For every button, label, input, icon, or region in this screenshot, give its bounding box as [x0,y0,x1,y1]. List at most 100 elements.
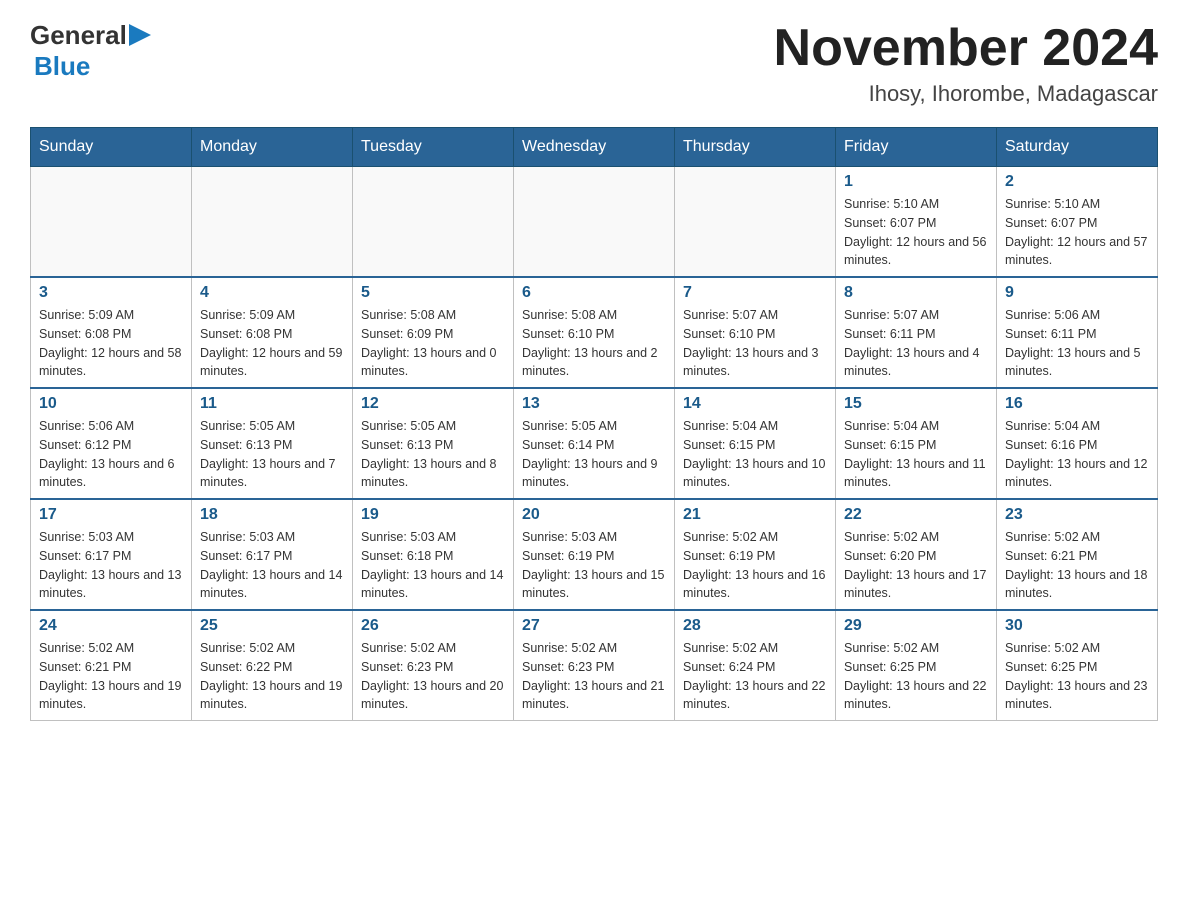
day-number: 14 [683,395,827,413]
day-number: 25 [200,617,344,635]
day-info: Sunrise: 5:03 AMSunset: 6:18 PMDaylight:… [361,528,505,603]
day-info: Sunrise: 5:05 AMSunset: 6:13 PMDaylight:… [200,417,344,492]
day-cell: 18 Sunrise: 5:03 AMSunset: 6:17 PMDayligh… [192,499,353,610]
day-info: Sunrise: 5:02 AMSunset: 6:24 PMDaylight:… [683,639,827,714]
day-info: Sunrise: 5:07 AMSunset: 6:11 PMDaylight:… [844,306,988,381]
day-number: 2 [1005,173,1149,191]
day-info: Sunrise: 5:02 AMSunset: 6:21 PMDaylight:… [39,639,183,714]
day-cell: 15Sunrise: 5:04 AMSunset: 6:15 PMDayligh… [836,388,997,499]
day-number: 29 [844,617,988,635]
day-cell: 10Sunrise: 5:06 AMSunset: 6:12 PMDayligh… [31,388,192,499]
day-cell: 1 Sunrise: 5:10 AMSunset: 6:07 PMDaylight… [836,167,997,278]
day-info: Sunrise: 5:03 AMSunset: 6:19 PMDaylight:… [522,528,666,603]
day-number: 21 [683,506,827,524]
day-number: 6 [522,284,666,302]
day-number: 5 [361,284,505,302]
day-cell [353,167,514,278]
day-cell: 21Sunrise: 5:02 AMSunset: 6:19 PMDayligh… [675,499,836,610]
day-number: 7 [683,284,827,302]
day-number: 26 [361,617,505,635]
day-info: Sunrise: 5:02 AMSunset: 6:23 PMDaylight:… [522,639,666,714]
day-number: 11 [200,395,344,413]
day-info: Sunrise: 5:02 AMSunset: 6:20 PMDaylight:… [844,528,988,603]
logo-blue-text: Blue [34,51,90,82]
day-info: Sunrise: 5:07 AMSunset: 6:10 PMDaylight:… [683,306,827,381]
day-info: Sunrise: 5:02 AMSunset: 6:23 PMDaylight:… [361,639,505,714]
day-info: Sunrise: 5:03 AMSunset: 6:17 PMDaylight:… [39,528,183,603]
day-info: Sunrise: 5:09 AMSunset: 6:08 PMDaylight:… [200,306,344,381]
week-row-1: 1 Sunrise: 5:10 AMSunset: 6:07 PMDaylight… [31,167,1158,278]
week-row-4: 17 Sunrise: 5:03 AMSunset: 6:17 PMDayligh… [31,499,1158,610]
day-info: Sunrise: 5:10 AMSunset: 6:07 PMDaylight:… [844,195,988,270]
calendar-header-row: SundayMondayTuesdayWednesdayThursdayFrid… [31,128,1158,167]
day-cell: 30 Sunrise: 5:02 AMSunset: 6:25 PMDayligh… [997,610,1158,721]
day-number: 30 [1005,617,1149,635]
day-info: Sunrise: 5:05 AMSunset: 6:14 PMDaylight:… [522,417,666,492]
day-cell: 26 Sunrise: 5:02 AMSunset: 6:23 PMDayligh… [353,610,514,721]
day-number: 22 [844,506,988,524]
day-number: 23 [1005,506,1149,524]
day-number: 20 [522,506,666,524]
day-number: 27 [522,617,666,635]
calendar-table: SundayMondayTuesdayWednesdayThursdayFrid… [30,127,1158,721]
day-number: 1 [844,173,988,191]
day-cell [514,167,675,278]
logo: General Blue [30,20,151,82]
day-info: Sunrise: 5:02 AMSunset: 6:25 PMDaylight:… [844,639,988,714]
day-cell: 3 Sunrise: 5:09 AMSunset: 6:08 PMDaylight… [31,277,192,388]
day-info: Sunrise: 5:03 AMSunset: 6:17 PMDaylight:… [200,528,344,603]
day-cell: 16 Sunrise: 5:04 AMSunset: 6:16 PMDayligh… [997,388,1158,499]
day-number: 19 [361,506,505,524]
day-info: Sunrise: 5:04 AMSunset: 6:15 PMDaylight:… [683,417,827,492]
column-header-saturday: Saturday [997,128,1158,167]
day-info: Sunrise: 5:08 AMSunset: 6:09 PMDaylight:… [361,306,505,381]
column-header-thursday: Thursday [675,128,836,167]
day-cell: 6 Sunrise: 5:08 AMSunset: 6:10 PMDaylight… [514,277,675,388]
day-cell: 29 Sunrise: 5:02 AMSunset: 6:25 PMDayligh… [836,610,997,721]
day-cell: 25 Sunrise: 5:02 AMSunset: 6:22 PMDayligh… [192,610,353,721]
column-header-friday: Friday [836,128,997,167]
day-cell: 13 Sunrise: 5:05 AMSunset: 6:14 PMDayligh… [514,388,675,499]
location-title: Ihosy, Ihorombe, Madagascar [774,81,1158,107]
day-number: 3 [39,284,183,302]
day-cell: 7 Sunrise: 5:07 AMSunset: 6:10 PMDaylight… [675,277,836,388]
day-info: Sunrise: 5:02 AMSunset: 6:22 PMDaylight:… [200,639,344,714]
day-number: 8 [844,284,988,302]
day-cell: 23 Sunrise: 5:02 AMSunset: 6:21 PMDayligh… [997,499,1158,610]
day-cell: 12Sunrise: 5:05 AMSunset: 6:13 PMDayligh… [353,388,514,499]
title-block: November 2024 Ihosy, Ihorombe, Madagasca… [774,20,1158,107]
day-number: 13 [522,395,666,413]
day-number: 4 [200,284,344,302]
day-number: 16 [1005,395,1149,413]
day-info: Sunrise: 5:05 AMSunset: 6:13 PMDaylight:… [361,417,505,492]
column-header-wednesday: Wednesday [514,128,675,167]
day-cell: 24 Sunrise: 5:02 AMSunset: 6:21 PMDayligh… [31,610,192,721]
day-cell: 5 Sunrise: 5:08 AMSunset: 6:09 PMDaylight… [353,277,514,388]
day-info: Sunrise: 5:06 AMSunset: 6:12 PMDaylight:… [39,417,183,492]
day-number: 24 [39,617,183,635]
logo-general-text: General [30,20,127,51]
day-cell: 28Sunrise: 5:02 AMSunset: 6:24 PMDayligh… [675,610,836,721]
column-header-sunday: Sunday [31,128,192,167]
month-title: November 2024 [774,20,1158,77]
day-info: Sunrise: 5:02 AMSunset: 6:21 PMDaylight:… [1005,528,1149,603]
day-info: Sunrise: 5:10 AMSunset: 6:07 PMDaylight:… [1005,195,1149,270]
day-number: 9 [1005,284,1149,302]
day-info: Sunrise: 5:04 AMSunset: 6:16 PMDaylight:… [1005,417,1149,492]
day-cell: 4 Sunrise: 5:09 AMSunset: 6:08 PMDaylight… [192,277,353,388]
column-header-monday: Monday [192,128,353,167]
day-info: Sunrise: 5:08 AMSunset: 6:10 PMDaylight:… [522,306,666,381]
day-info: Sunrise: 5:09 AMSunset: 6:08 PMDaylight:… [39,306,183,381]
day-cell: 20 Sunrise: 5:03 AMSunset: 6:19 PMDayligh… [514,499,675,610]
day-info: Sunrise: 5:02 AMSunset: 6:25 PMDaylight:… [1005,639,1149,714]
day-number: 18 [200,506,344,524]
day-info: Sunrise: 5:04 AMSunset: 6:15 PMDaylight:… [844,417,988,492]
day-number: 17 [39,506,183,524]
day-cell: 2 Sunrise: 5:10 AMSunset: 6:07 PMDaylight… [997,167,1158,278]
page-header: General Blue November 2024 Ihosy, Ihorom… [30,20,1158,107]
day-cell: 17 Sunrise: 5:03 AMSunset: 6:17 PMDayligh… [31,499,192,610]
day-cell [675,167,836,278]
day-cell: 27 Sunrise: 5:02 AMSunset: 6:23 PMDayligh… [514,610,675,721]
day-cell: 19 Sunrise: 5:03 AMSunset: 6:18 PMDayligh… [353,499,514,610]
day-cell [192,167,353,278]
